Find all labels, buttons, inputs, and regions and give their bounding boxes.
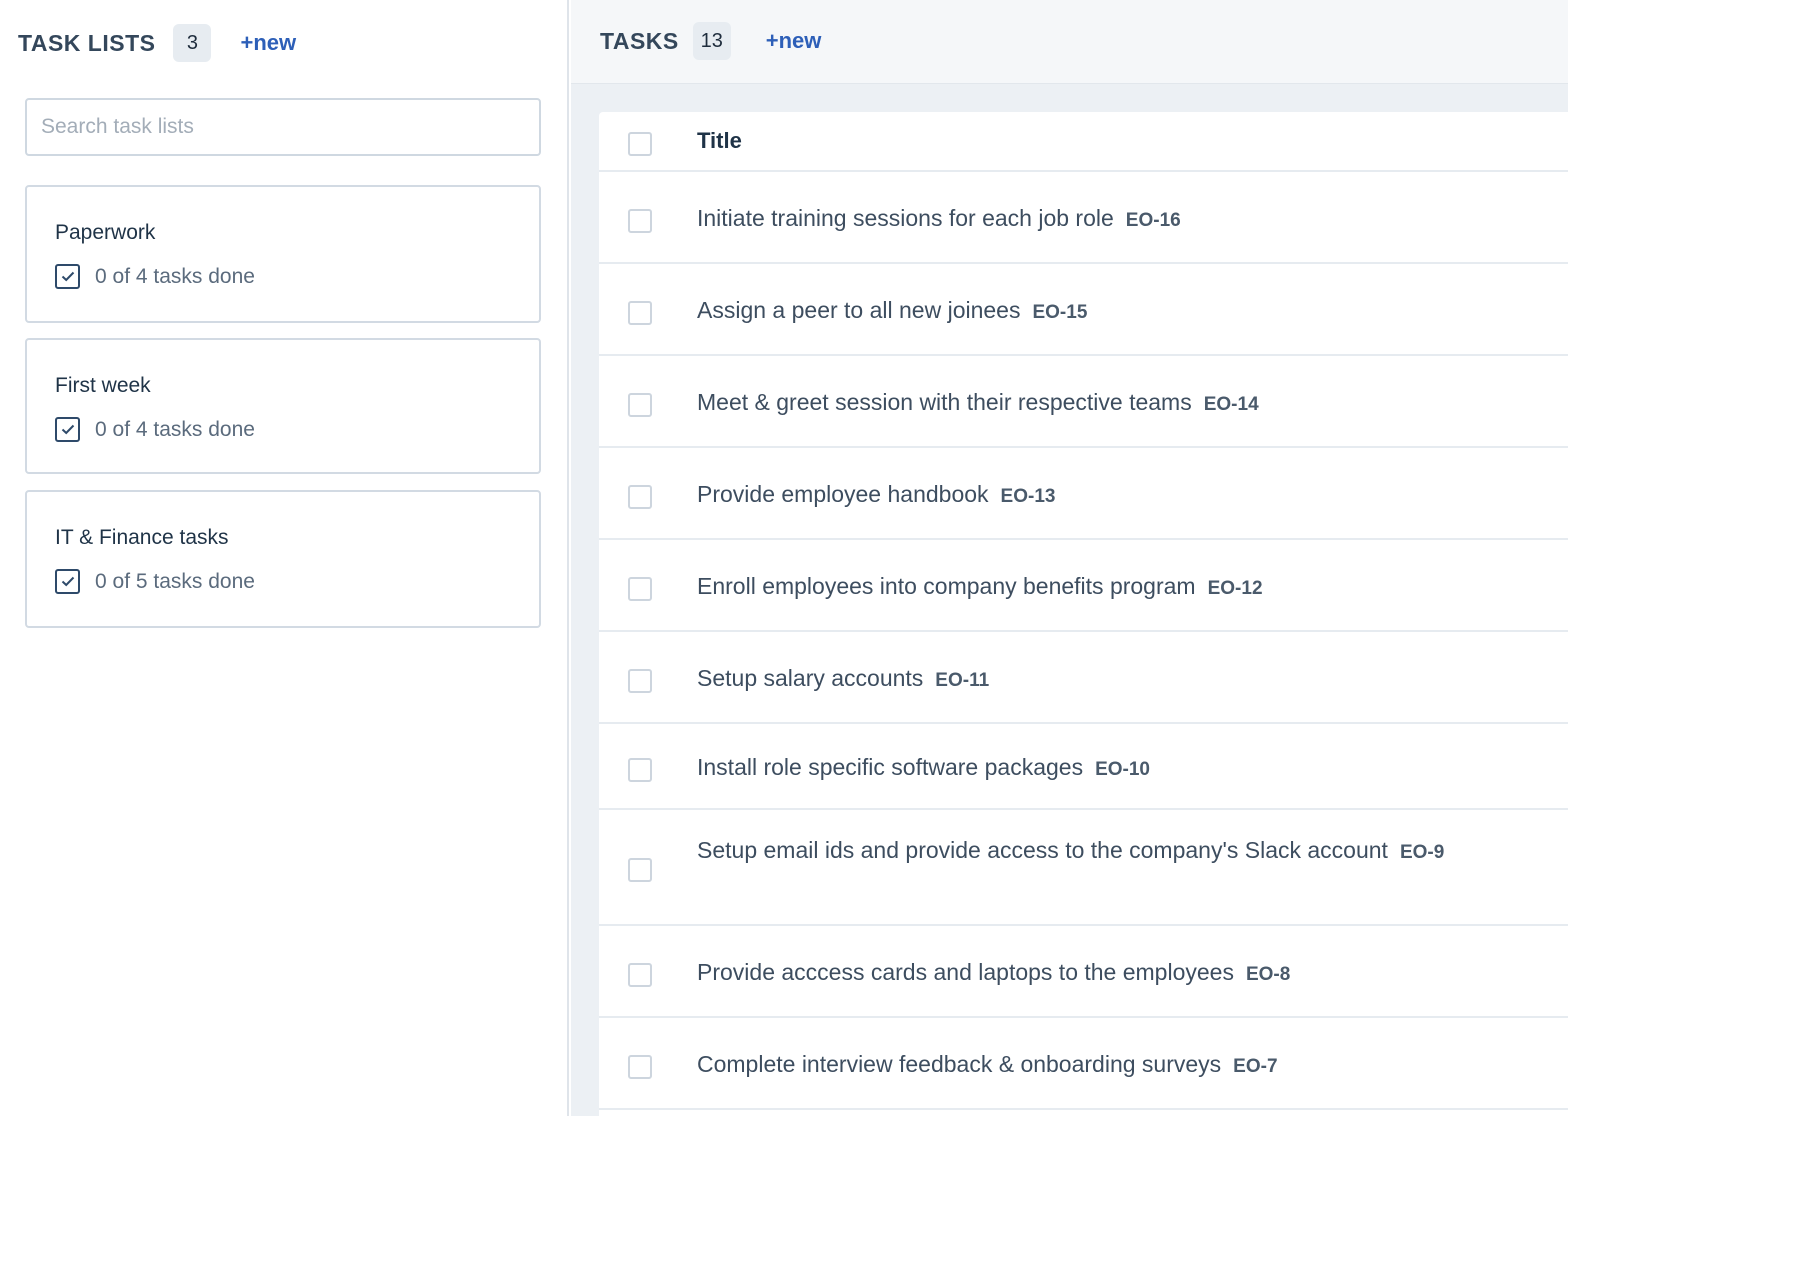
task-row[interactable]: Complete interview feedback & onboarding… xyxy=(599,1018,1568,1110)
new-task-link[interactable]: +new xyxy=(766,28,822,54)
task-id: EO-8 xyxy=(1245,964,1291,985)
task-id: EO-9 xyxy=(1399,842,1445,863)
task-title: Setup email ids and provide access to th… xyxy=(697,837,1388,863)
task-list-progress-text: 0 of 4 tasks done xyxy=(95,417,255,441)
task-list-progress: 0 of 5 tasks done xyxy=(55,569,255,594)
task-id: EO-7 xyxy=(1233,1056,1278,1077)
task-list-card-first-week[interactable]: First week 0 of 4 tasks done xyxy=(25,338,541,474)
task-lists-panel: TASK LISTS 3 +new Paperwork 0 of 4 tasks… xyxy=(0,0,569,1116)
task-row[interactable]: Setup email ids and provide access to th… xyxy=(599,810,1568,926)
task-checkbox[interactable] xyxy=(628,577,652,601)
task-id: EO-15 xyxy=(1032,302,1088,323)
task-title: Initiate training sessions for each job … xyxy=(697,205,1114,231)
task-title: Provide employee handbook xyxy=(697,481,989,507)
task-checkbox[interactable] xyxy=(628,393,652,417)
task-title-line: Meet & greet session with their respecti… xyxy=(697,384,1517,423)
task-checkbox[interactable] xyxy=(628,758,652,782)
task-row[interactable]: Provide acccess cards and laptops to the… xyxy=(599,926,1568,1018)
task-checkbox[interactable] xyxy=(628,301,652,325)
task-id: EO-13 xyxy=(1000,486,1056,507)
task-list-progress-text: 0 of 4 tasks done xyxy=(95,264,255,288)
task-checkbox[interactable] xyxy=(628,963,652,987)
task-title: Enroll employees into company benefits p… xyxy=(697,573,1196,599)
task-title-line: Complete interview feedback & onboarding… xyxy=(697,1046,1517,1085)
task-title: Setup salary accounts xyxy=(697,665,924,691)
task-id: EO-12 xyxy=(1207,578,1263,599)
task-checkbox[interactable] xyxy=(628,669,652,693)
task-title: Meet & greet session with their respecti… xyxy=(697,389,1192,415)
task-row[interactable]: Install role specific software packages E… xyxy=(599,724,1568,810)
task-list-title: First week xyxy=(55,374,151,397)
task-checkbox[interactable] xyxy=(628,209,652,233)
search-task-lists-input[interactable] xyxy=(25,98,541,156)
task-checkbox[interactable] xyxy=(628,858,652,882)
task-list-progress: 0 of 4 tasks done xyxy=(55,264,255,289)
task-id: EO-10 xyxy=(1095,759,1150,780)
task-title-line: Initiate training sessions for each job … xyxy=(697,200,1517,239)
task-checkbox[interactable] xyxy=(628,1055,652,1079)
checkbox-checked-icon xyxy=(55,264,80,289)
task-row[interactable]: Meet & greet session with their respecti… xyxy=(599,356,1568,448)
task-list-progress-text: 0 of 5 tasks done xyxy=(95,569,255,593)
task-title: Provide acccess cards and laptops to the… xyxy=(697,959,1234,985)
task-list-card-paperwork[interactable]: Paperwork 0 of 4 tasks done xyxy=(25,185,541,323)
new-task-list-link[interactable]: +new xyxy=(240,30,296,56)
tasks-panel: TASKS 13 +new Title Initiate training se… xyxy=(571,0,1568,1116)
column-header-title: Title xyxy=(697,128,742,153)
task-title-line: Assign a peer to all new joinees EO-15 xyxy=(697,292,1517,331)
task-row[interactable]: Initiate training sessions for each job … xyxy=(599,172,1568,264)
tasks-table: Title Initiate training sessions for eac… xyxy=(599,112,1568,1116)
task-lists-header: TASK LISTS 3 +new xyxy=(18,24,296,62)
task-row[interactable]: Setup salary accounts EO-11 xyxy=(599,632,1568,724)
task-lists-count-badge: 3 xyxy=(173,24,212,62)
task-title-line: Setup salary accounts EO-11 xyxy=(697,660,1517,699)
task-lists-title: TASK LISTS xyxy=(18,29,156,56)
task-list-card-it-finance[interactable]: IT & Finance tasks 0 of 5 tasks done xyxy=(25,490,541,628)
task-title-line: Setup email ids and provide access to th… xyxy=(697,832,1517,871)
select-all-checkbox[interactable] xyxy=(628,132,652,156)
task-row[interactable]: Enroll employees into company benefits p… xyxy=(599,540,1568,632)
task-title: Complete interview feedback & onboarding… xyxy=(697,1051,1222,1077)
checkbox-checked-icon xyxy=(55,417,80,442)
task-title: Assign a peer to all new joinees xyxy=(697,297,1021,323)
task-title-line: Install role specific software packages E… xyxy=(697,749,1517,788)
task-list-progress: 0 of 4 tasks done xyxy=(55,417,255,442)
task-id: EO-16 xyxy=(1125,210,1181,231)
task-title-line: Provide acccess cards and laptops to the… xyxy=(697,954,1517,993)
tasks-count-badge: 13 xyxy=(692,22,731,60)
task-id: EO-11 xyxy=(935,670,990,691)
task-title-line: Enroll employees into company benefits p… xyxy=(697,568,1517,607)
task-row[interactable]: Assign a peer to all new joinees EO-15 xyxy=(599,264,1568,356)
checkbox-checked-icon xyxy=(55,569,80,594)
task-checkbox[interactable] xyxy=(628,485,652,509)
task-title: Install role specific software packages xyxy=(697,754,1084,780)
tasks-title: TASKS xyxy=(600,27,679,54)
task-id: EO-14 xyxy=(1203,394,1259,415)
task-list-title: Paperwork xyxy=(55,221,156,244)
tasks-table-header: Title xyxy=(599,112,1568,172)
tasks-header: TASKS 13 +new xyxy=(600,22,821,60)
task-list-title: IT & Finance tasks xyxy=(55,526,229,549)
task-row[interactable]: Provide employee handbook EO-13 xyxy=(599,448,1568,540)
task-title-line: Provide employee handbook EO-13 xyxy=(697,476,1517,515)
